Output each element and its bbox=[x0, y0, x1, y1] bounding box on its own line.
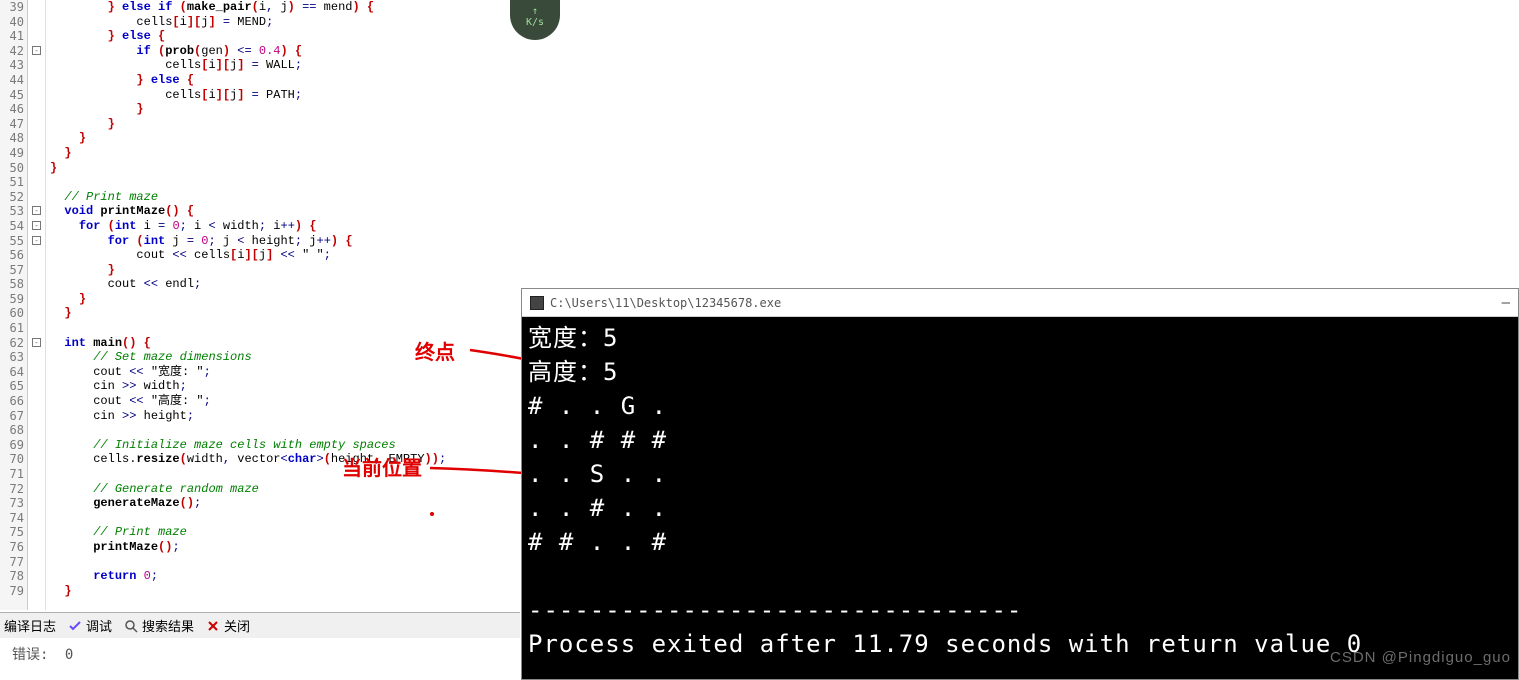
search-icon bbox=[124, 619, 138, 633]
line-number-gutter: 3940414243444546474849505152535455565758… bbox=[0, 0, 28, 610]
console-output[interactable]: 宽度：5 高度：5 # . . G . . . # # # . . S . . … bbox=[522, 317, 1518, 679]
code-editor[interactable]: 3940414243444546474849505152535455565758… bbox=[0, 0, 520, 610]
debug-label: 调试 bbox=[86, 616, 112, 635]
exe-icon bbox=[530, 296, 544, 310]
annotation-end: 终点 bbox=[415, 336, 455, 365]
tab-debug[interactable]: 调试 bbox=[68, 616, 112, 635]
console-window[interactable]: C:\Users\11\Desktop\12345678.exe — 宽度：5 … bbox=[521, 288, 1519, 680]
status-bar: 错误: 0 bbox=[0, 640, 520, 664]
code-area[interactable]: } else if (make_pair(i, j) == mend) { ce… bbox=[46, 0, 520, 610]
compile-log-label: 编译日志 bbox=[4, 616, 56, 635]
console-titlebar[interactable]: C:\Users\11\Desktop\12345678.exe — bbox=[522, 289, 1518, 317]
window-controls: — bbox=[1502, 295, 1510, 311]
tab-compile-log[interactable]: 编译日志 bbox=[4, 616, 56, 635]
minimize-button[interactable]: — bbox=[1502, 295, 1510, 311]
close-icon bbox=[206, 619, 220, 633]
annotation-dot bbox=[430, 512, 434, 516]
close-label: 关闭 bbox=[224, 616, 250, 635]
bottom-tab-bar: 编译日志 调试 搜索结果 关闭 bbox=[0, 612, 520, 638]
fold-column[interactable]: ----- bbox=[28, 0, 46, 610]
tab-search-results[interactable]: 搜索结果 bbox=[124, 616, 194, 635]
console-title-text: C:\Users\11\Desktop\12345678.exe bbox=[550, 296, 781, 310]
search-label: 搜索结果 bbox=[142, 616, 194, 635]
annotation-current: 当前位置 bbox=[342, 452, 422, 481]
watermark: CSDN @Pingdiguo_guo bbox=[1330, 649, 1511, 666]
errors-label: 错误: bbox=[12, 647, 48, 663]
check-icon bbox=[68, 619, 82, 633]
errors-count: 0 bbox=[65, 647, 73, 663]
tab-close[interactable]: 关闭 bbox=[206, 616, 250, 635]
